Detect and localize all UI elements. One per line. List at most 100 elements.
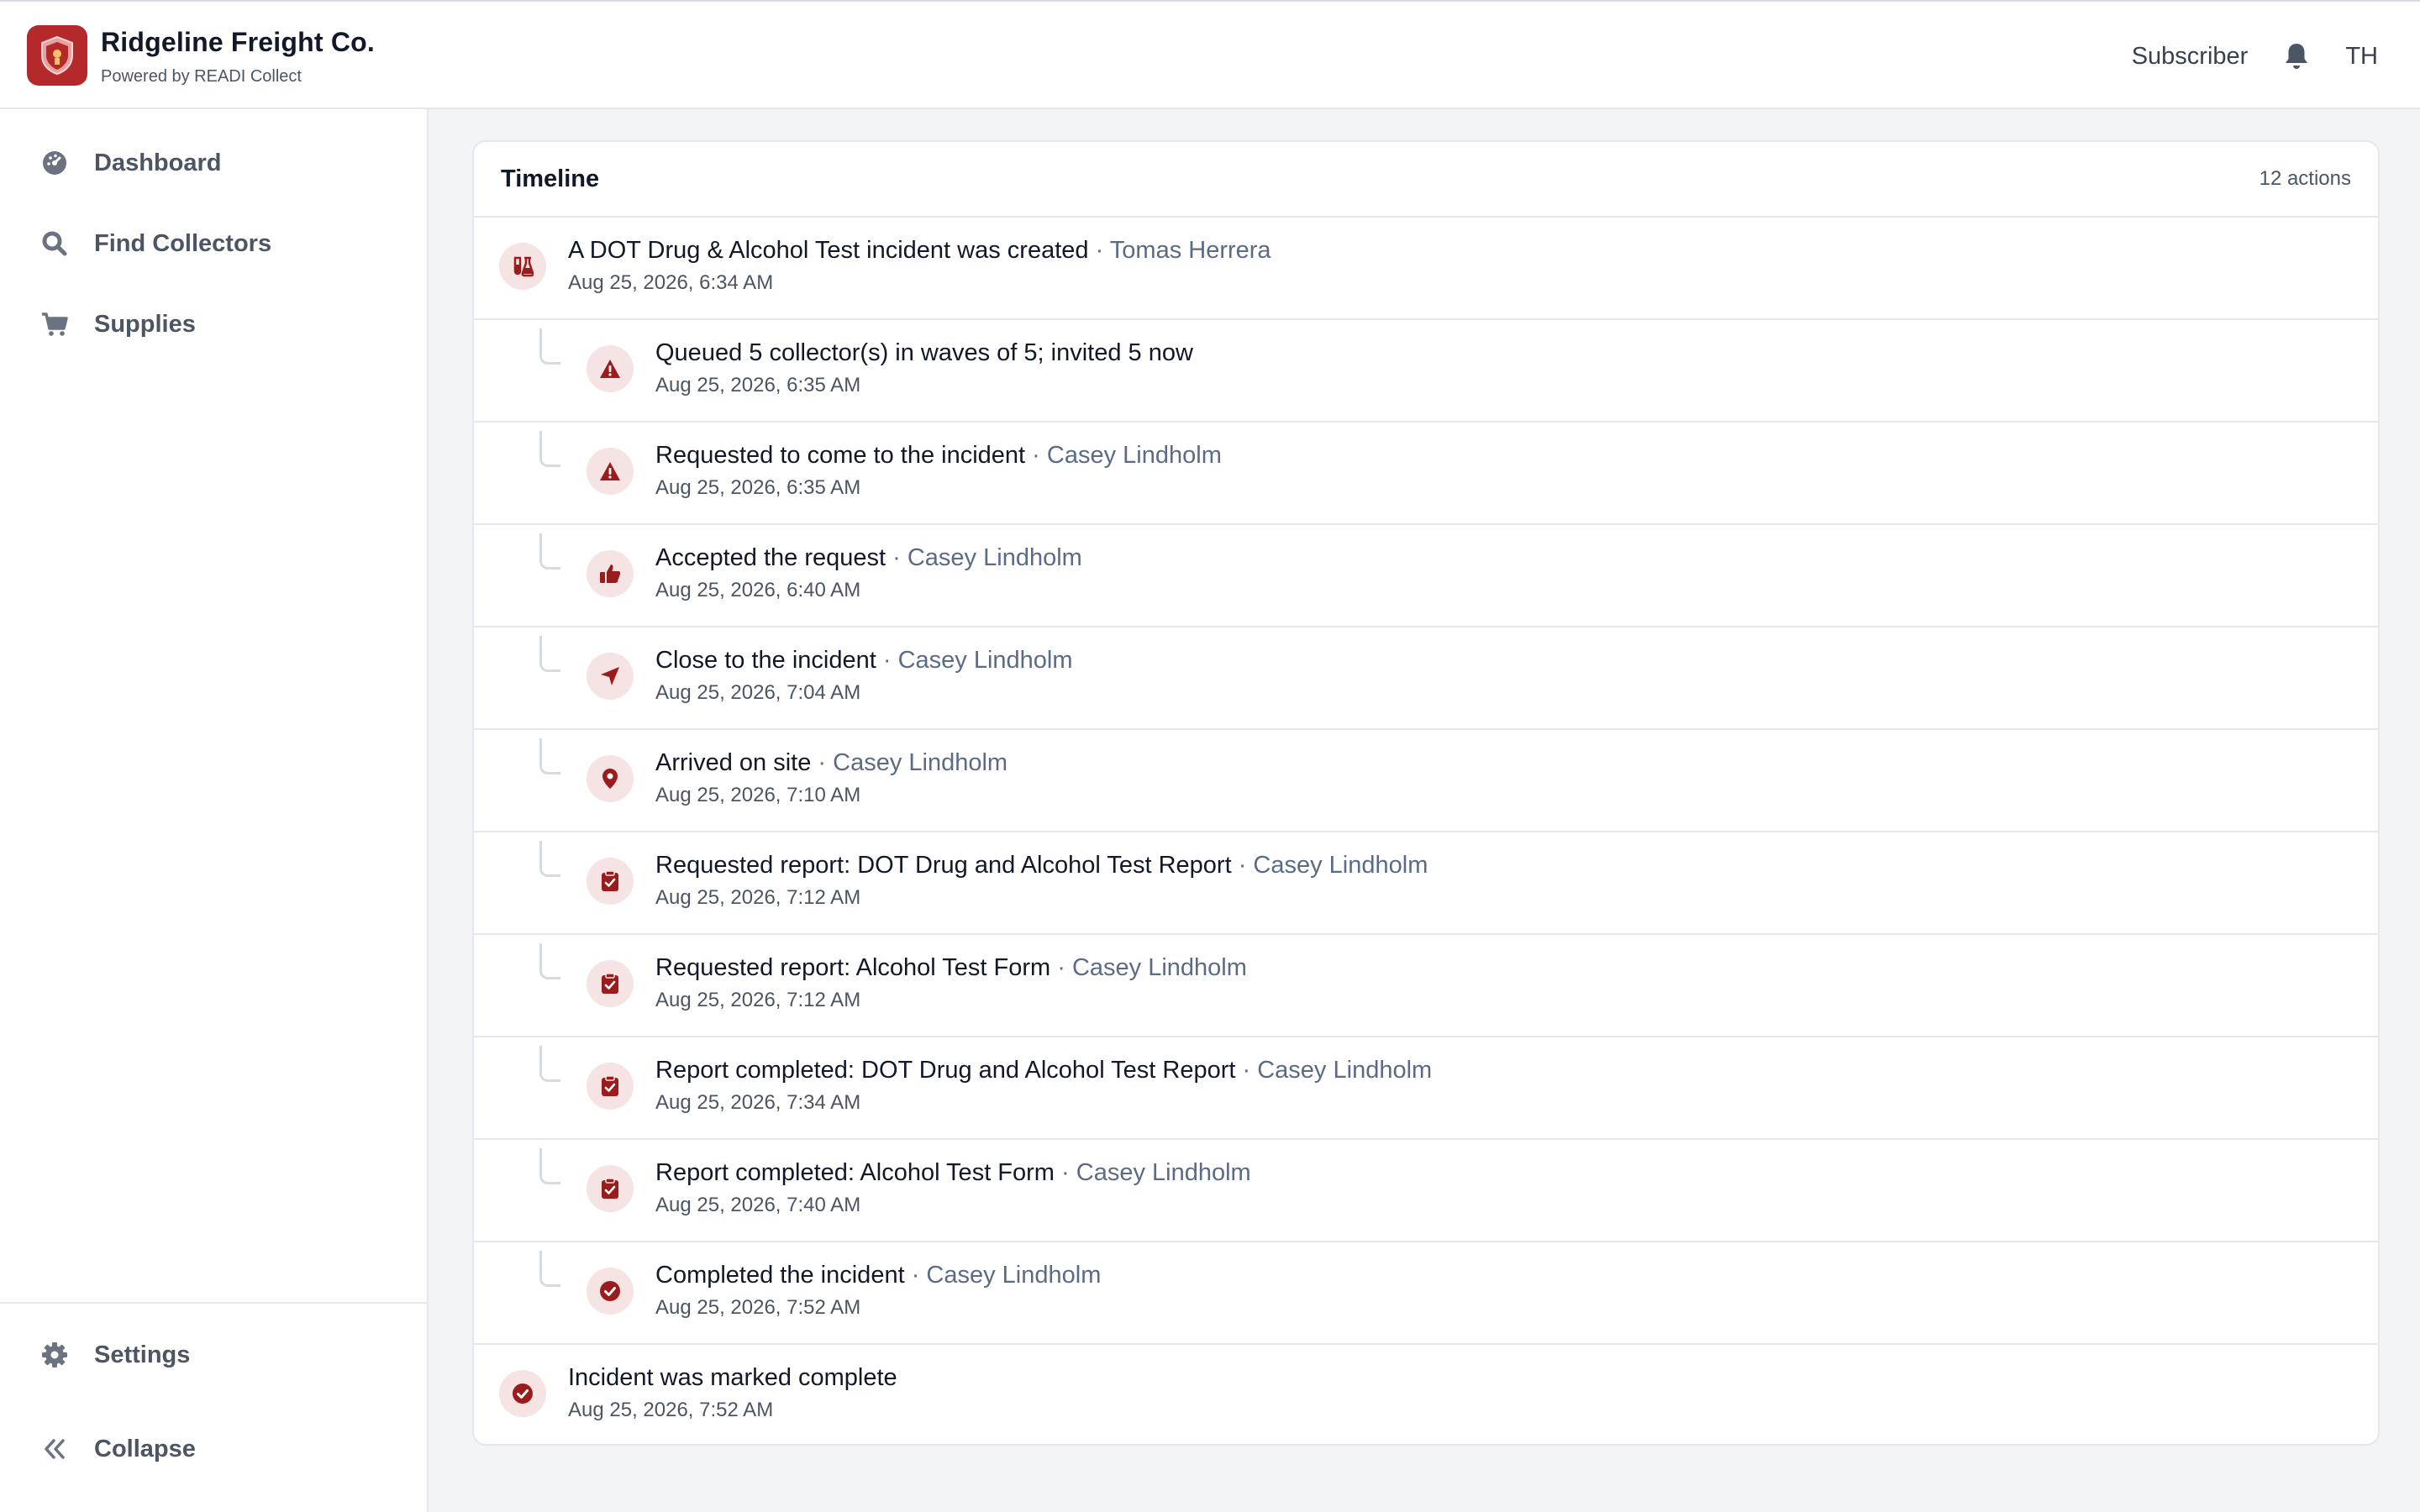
- timeline-line: Requested report: Alcohol Test Form · Ca…: [655, 954, 1247, 982]
- warning-icon: [587, 448, 634, 495]
- timeline-entry: Requested report: Alcohol Test Form · Ca…: [655, 954, 1247, 1012]
- double-chevron-left-icon: [40, 1435, 69, 1463]
- timeline-line: Close to the incident · Casey Lindholm: [655, 647, 1073, 675]
- gear-icon: [40, 1341, 69, 1369]
- timeline-event-text: Close to the incident: [655, 647, 876, 674]
- timeline-line: Report completed: DOT Drug and Alcohol T…: [655, 1057, 1432, 1084]
- subscriber-menu[interactable]: Subscriber: [2132, 43, 2249, 71]
- timeline-connector: [539, 431, 560, 467]
- shield-icon: [41, 35, 73, 76]
- action-count: 12 actions: [2259, 167, 2351, 190]
- timeline-line: A DOT Drug & Alcohol Test incident was c…: [568, 237, 1271, 265]
- timeline-date: Aug 25, 2026, 6:40 AM: [655, 579, 861, 601]
- timeline-line: Incident was marked complete: [568, 1364, 897, 1392]
- actor-separator: ·: [1050, 954, 1072, 981]
- timeline-row: Requested report: Alcohol Test Form · Ca…: [474, 935, 2378, 1037]
- notifications-bell-icon[interactable]: [2281, 41, 2312, 71]
- timeline-row: Close to the incident · Casey Lindholm Au…: [474, 627, 2378, 730]
- clipboard-icon: [587, 960, 634, 1007]
- timeline-line: Accepted the request · Casey Lindholm: [655, 544, 1082, 572]
- thumbs-up-icon: [587, 550, 634, 597]
- timeline-line: Report completed: Alcohol Test Form · Ca…: [655, 1159, 1251, 1187]
- timeline-actor[interactable]: Casey Lindholm: [833, 749, 1007, 776]
- timeline-date: Aug 25, 2026, 7:10 AM: [655, 784, 861, 806]
- timeline-connector: [539, 328, 560, 365]
- actor-separator: ·: [1025, 442, 1047, 469]
- timeline-row: Completed the incident · Casey Lindholm A…: [474, 1242, 2378, 1345]
- actor-separator: ·: [904, 1262, 927, 1289]
- timeline-entry: Queued 5 collector(s) in waves of 5; inv…: [655, 339, 1193, 397]
- sidebar-item-supplies[interactable]: Supplies: [40, 310, 196, 339]
- sidebar-item-settings[interactable]: Settings: [40, 1341, 190, 1369]
- timeline-entry: Accepted the request · Casey Lindholm Aug…: [655, 544, 1082, 602]
- timeline-date: Aug 25, 2026, 6:35 AM: [655, 476, 861, 499]
- sidebar-divider: [0, 1302, 427, 1304]
- timeline-actor[interactable]: Casey Lindholm: [1257, 1057, 1432, 1084]
- search-icon: [40, 229, 69, 258]
- timeline-date: Aug 25, 2026, 7:12 AM: [655, 989, 861, 1011]
- timeline-row: Accepted the request · Casey Lindholm Aug…: [474, 525, 2378, 627]
- timeline-row: Report completed: DOT Drug and Alcohol T…: [474, 1037, 2378, 1140]
- sidebar-item-label: Supplies: [94, 310, 196, 338]
- timeline-actor[interactable]: Casey Lindholm: [898, 647, 1073, 674]
- timeline-entry: Requested report: DOT Drug and Alcohol T…: [655, 852, 1428, 910]
- sidebar-item-label: Collapse: [94, 1435, 196, 1462]
- timeline-card: Timeline 12 actions A DOT Drug & Alcohol…: [472, 140, 2380, 1446]
- user-avatar[interactable]: TH: [2345, 43, 2378, 71]
- timeline-row: Queued 5 collector(s) in waves of 5; inv…: [474, 320, 2378, 423]
- timeline-actor[interactable]: Casey Lindholm: [1076, 1159, 1251, 1186]
- sidebar-item-label: Find Collectors: [94, 229, 272, 257]
- timeline-date: Aug 25, 2026, 7:52 AM: [655, 1296, 861, 1319]
- clipboard-icon: [587, 858, 634, 905]
- timeline-event-text: A DOT Drug & Alcohol Test incident was c…: [568, 237, 1089, 264]
- timeline-connector: [539, 738, 560, 774]
- timeline-connector: [539, 1148, 560, 1184]
- brand-logo[interactable]: [27, 25, 87, 86]
- timeline-date: Aug 25, 2026, 7:04 AM: [655, 681, 861, 704]
- timeline-header: Timeline 12 actions: [474, 142, 2378, 218]
- timeline-event-text: Requested report: Alcohol Test Form: [655, 954, 1051, 981]
- timeline-line: Arrived on site · Casey Lindholm: [655, 749, 1007, 777]
- timeline-connector: [539, 841, 560, 877]
- timeline-event-text: Requested report: DOT Drug and Alcohol T…: [655, 852, 1232, 879]
- timeline-row: Requested report: DOT Drug and Alcohol T…: [474, 832, 2378, 935]
- timeline-event-text: Accepted the request: [655, 544, 886, 571]
- timeline-line: Queued 5 collector(s) in waves of 5; inv…: [655, 339, 1193, 367]
- timeline-date: Aug 25, 2026, 7:52 AM: [568, 1399, 774, 1421]
- clipboard-icon: [587, 1063, 634, 1110]
- timeline-row: Incident was marked complete Aug 25, 2026…: [474, 1345, 2378, 1444]
- timeline-list: A DOT Drug & Alcohol Test incident was c…: [474, 218, 2378, 1444]
- timeline-date: Aug 25, 2026, 7:34 AM: [655, 1091, 861, 1114]
- actor-separator: ·: [876, 647, 898, 674]
- timeline-line: Completed the incident · Casey Lindholm: [655, 1262, 1101, 1289]
- navigation-arrow-icon: [587, 653, 634, 700]
- timeline-event-text: Incident was marked complete: [568, 1364, 897, 1391]
- sidebar-item-collapse[interactable]: Collapse: [40, 1435, 196, 1463]
- timeline-event-text: Arrived on site: [655, 749, 812, 776]
- top-header: Ridgeline Freight Co. Powered by READI C…: [0, 0, 2420, 109]
- timeline-row: Arrived on site · Casey Lindholm Aug 25, …: [474, 730, 2378, 832]
- actor-separator: ·: [811, 749, 834, 776]
- sidebar-item-find-collectors[interactable]: Find Collectors: [40, 229, 271, 258]
- actor-separator: ·: [1231, 852, 1254, 879]
- cart-icon: [40, 310, 69, 339]
- timeline-connector: [539, 636, 560, 672]
- timeline-entry: A DOT Drug & Alcohol Test incident was c…: [568, 237, 1271, 295]
- timeline-actor[interactable]: Tomas Herrera: [1110, 237, 1271, 264]
- timeline-actor[interactable]: Casey Lindholm: [926, 1262, 1101, 1289]
- warning-icon: [587, 345, 634, 392]
- actor-separator: ·: [1054, 1159, 1076, 1186]
- timeline-actor[interactable]: Casey Lindholm: [908, 544, 1082, 571]
- sidebar-item-label: Settings: [94, 1341, 191, 1368]
- timeline-actor[interactable]: Casey Lindholm: [1253, 852, 1428, 879]
- timeline-actor[interactable]: Casey Lindholm: [1047, 442, 1222, 469]
- sidebar: Dashboard Find Collectors Supplies Setti…: [0, 109, 429, 1512]
- map-pin-icon: [587, 755, 634, 802]
- timeline-entry: Report completed: DOT Drug and Alcohol T…: [655, 1057, 1432, 1115]
- timeline-entry: Arrived on site · Casey Lindholm Aug 25, …: [655, 749, 1007, 807]
- timeline-connector: [539, 1046, 560, 1082]
- sidebar-item-dashboard[interactable]: Dashboard: [40, 149, 221, 177]
- timeline-actor[interactable]: Casey Lindholm: [1072, 954, 1247, 981]
- actor-separator: ·: [886, 544, 908, 571]
- timeline-connector: [539, 1251, 560, 1287]
